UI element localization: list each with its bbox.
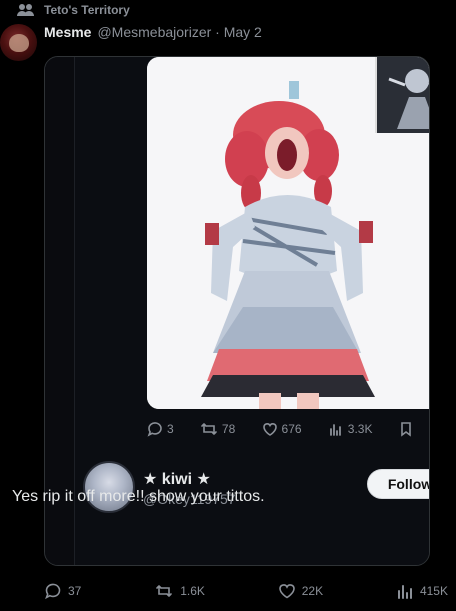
embedded-reply-count: 3 — [167, 422, 174, 436]
reply-icon — [44, 582, 62, 600]
reply-icon — [147, 421, 163, 437]
embedded-actions: 3 78 676 3.3K — [147, 417, 429, 441]
post-header: Mesme @Mesmebajorizer · May 2 — [44, 24, 262, 40]
repost-icon — [200, 421, 218, 437]
heart-icon — [278, 582, 296, 600]
inset-thumbnail — [375, 57, 429, 133]
embedded-like-action[interactable]: 676 — [262, 421, 302, 437]
embedded-bookmark-action[interactable] — [399, 421, 413, 437]
like-action[interactable]: 22K — [278, 582, 323, 600]
embedded-repost-count: 78 — [221, 422, 236, 436]
reply-text: Yes rip it off more!! show your tittos. — [12, 488, 265, 505]
repost-count: 1.6K — [180, 584, 205, 598]
community-name: Teto's Territory — [44, 3, 130, 17]
views-action[interactable]: 415K — [396, 582, 448, 600]
views-icon — [396, 582, 414, 600]
repost-icon — [154, 582, 174, 600]
reply-action[interactable]: 37 — [44, 582, 81, 600]
reply-name[interactable]: ★ kiwi ★ — [143, 469, 211, 489]
community-label[interactable]: Teto's Territory — [16, 2, 130, 18]
author-name[interactable]: Mesme — [44, 24, 91, 40]
embedded-repost-action[interactable]: 78 — [200, 421, 235, 437]
heart-icon — [262, 421, 278, 437]
reply-card: ★ kiwi ★ @Okey119757 Follow — [83, 461, 429, 551]
character-illustration[interactable] — [147, 57, 429, 409]
views-icon — [328, 421, 344, 437]
author-handle[interactable]: @Mesmebajorizer · May 2 — [97, 24, 261, 40]
repost-action[interactable]: 1.6K — [154, 582, 205, 600]
embedded-reply-action[interactable]: 3 — [147, 421, 174, 437]
people-icon — [16, 3, 36, 17]
like-count: 22K — [301, 584, 324, 598]
post-actions: 37 1.6K 22K 415K — [44, 579, 448, 603]
embedded-views-count: 3.3K — [347, 422, 373, 436]
views-count: 415K — [419, 584, 448, 598]
embedded-views-action[interactable]: 3.3K — [328, 421, 373, 437]
author-avatar[interactable] — [0, 24, 37, 61]
embedded-like-count: 676 — [281, 422, 302, 436]
bookmark-icon — [399, 421, 413, 437]
reply-count: 37 — [68, 584, 82, 598]
